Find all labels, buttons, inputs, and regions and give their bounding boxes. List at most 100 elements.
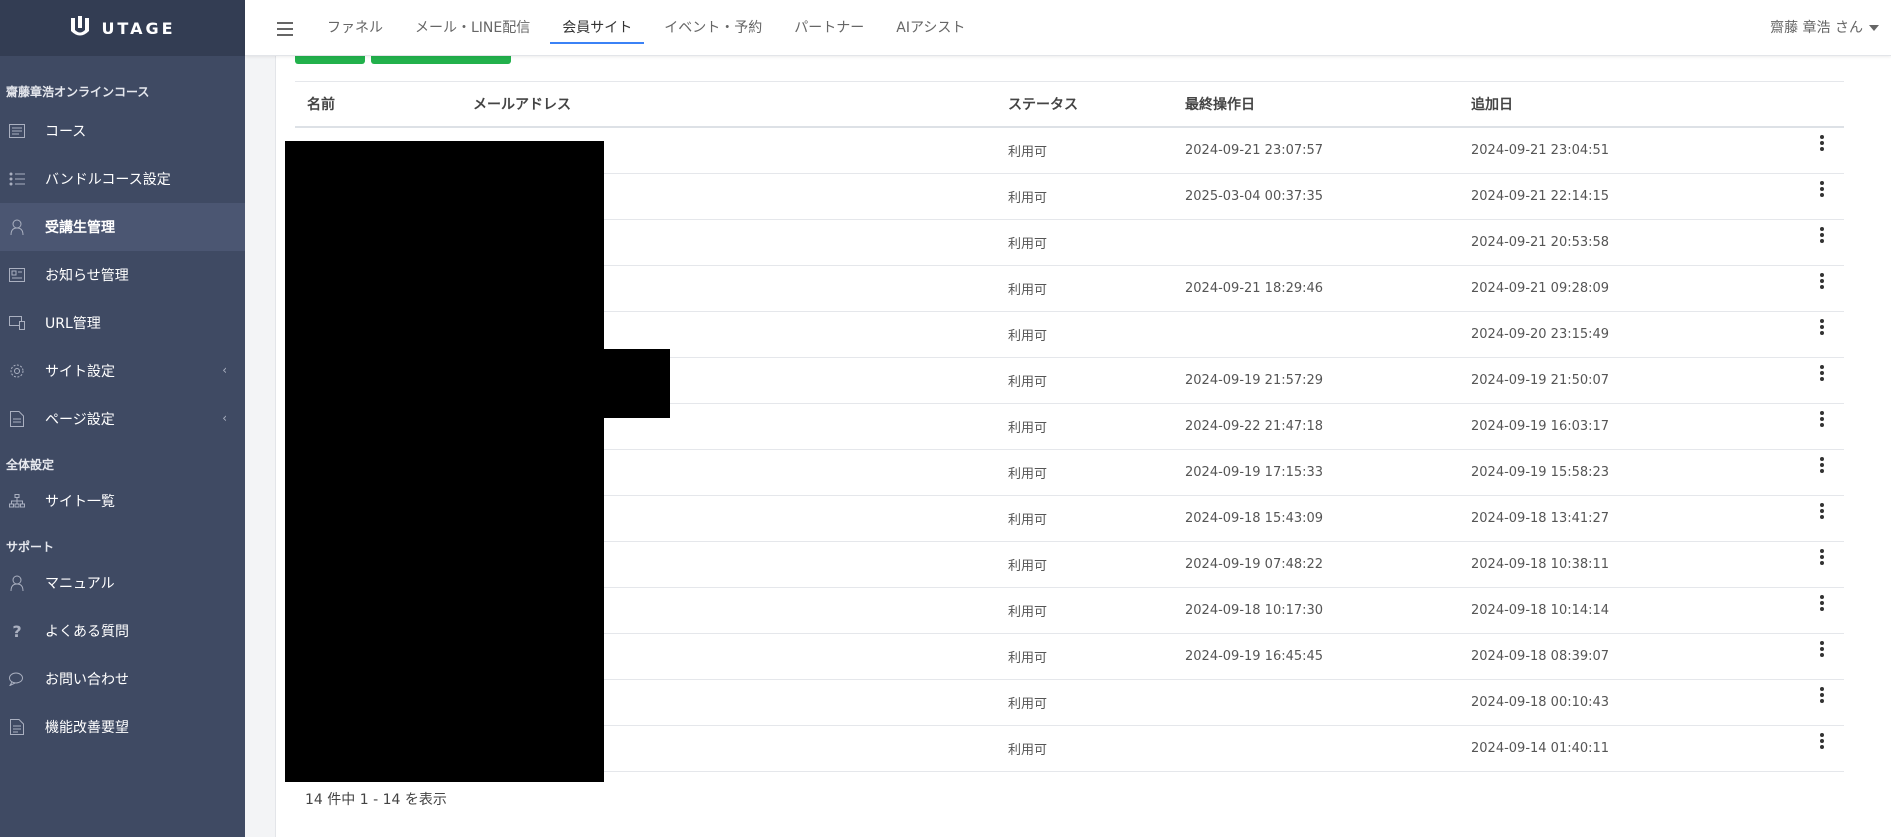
row-actions-kebab-icon[interactable]: [1820, 319, 1824, 335]
sidebar: UTAGE 齋藤章浩オンラインコース コースバンドルコース設定 受講生管理お知らせ…: [0, 0, 245, 837]
table-header: 名前 メールアドレス ステータス 最終操作日 追加日: [295, 81, 1844, 128]
sidebar-item[interactable]: URL管理: [0, 299, 245, 347]
section-label-global: 全体設定: [6, 458, 55, 472]
row-actions-kebab-icon[interactable]: [1820, 365, 1824, 381]
nav-tab[interactable]: AIアシスト: [884, 0, 977, 56]
member-added: 2024-09-19 16:03:17: [1471, 411, 1844, 434]
utage-logo-icon: [71, 16, 90, 36]
member-added: 2024-09-19 21:50:07: [1471, 365, 1844, 388]
member-added: 2024-09-14 01:40:11: [1471, 733, 1844, 756]
member-added: 2024-09-18 13:41:27: [1471, 503, 1844, 526]
sidebar-item[interactable]: お問い合わせ: [0, 655, 245, 703]
devices-icon: [8, 314, 26, 332]
member-status: 利用可: [1008, 467, 1048, 482]
sidebar-item-label: マニュアル: [45, 576, 115, 592]
sidebar-item[interactable]: サイト一覧: [0, 477, 245, 525]
row-actions-kebab-icon[interactable]: [1820, 411, 1824, 427]
sidebar-item-label: 機能改善要望: [45, 720, 129, 736]
sidebar-item-label: バンドルコース設定: [45, 172, 171, 188]
member-last-action: 2024-09-19 21:57:29: [1185, 373, 1324, 388]
row-actions-kebab-icon[interactable]: [1820, 135, 1824, 151]
nav-tab[interactable]: ファネル: [315, 0, 395, 56]
section-label-course: 齋藤章浩オンラインコース: [6, 85, 150, 99]
row-actions-kebab-icon[interactable]: [1820, 549, 1824, 565]
row-actions-kebab-icon[interactable]: [1820, 641, 1824, 657]
page-icon: [8, 410, 26, 428]
document-icon: [8, 718, 26, 736]
sidebar-item-label: 受講生管理: [45, 220, 115, 236]
member-added: 2024-09-18 00:10:43: [1471, 687, 1844, 710]
sidebar-item[interactable]: 機能改善要望: [0, 703, 245, 751]
sidebar-item[interactable]: バンドルコース設定: [0, 155, 245, 203]
member-status: 利用可: [1008, 513, 1048, 528]
sidebar-item[interactable]: マニュアル: [0, 559, 245, 607]
col-name[interactable]: 名前: [295, 94, 473, 114]
member-status: 利用可: [1008, 329, 1048, 344]
member-added: 2024-09-18 10:38:11: [1471, 549, 1844, 572]
nav-tab[interactable]: メール・LINE配信: [403, 0, 542, 56]
member-status: 利用可: [1008, 191, 1048, 206]
list-icon: [8, 122, 26, 140]
bullet-list-icon: [8, 170, 26, 188]
member-status: 利用可: [1008, 651, 1048, 666]
member-added: 2024-09-21 09:28:09: [1471, 273, 1844, 296]
member-status: 利用可: [1008, 283, 1048, 298]
member-last-action: 2024-09-21 18:29:46: [1185, 281, 1324, 296]
member-last-action: 2024-09-21 23:07:57: [1185, 143, 1324, 158]
member-added: 2024-09-21 20:53:58: [1471, 227, 1844, 250]
redaction-block: [285, 141, 604, 782]
member-last-action: 2024-09-19 17:15:33: [1185, 465, 1324, 480]
member-added: 2024-09-19 15:58:23: [1471, 457, 1844, 480]
row-actions-kebab-icon[interactable]: [1820, 457, 1824, 473]
member-status: 利用可: [1008, 559, 1048, 574]
sidebar-item[interactable]: サイト設定 ‹: [0, 347, 245, 395]
user-menu[interactable]: 齋藤 章浩 さん: [1770, 0, 1879, 56]
row-actions-kebab-icon[interactable]: [1820, 273, 1824, 289]
sidebar-item-label: ページ設定: [45, 412, 115, 428]
sidebar-item-label: サイト一覧: [45, 494, 115, 510]
member-last-action: 2024-09-19 07:48:22: [1185, 557, 1324, 572]
row-actions-kebab-icon[interactable]: [1820, 227, 1824, 243]
logo[interactable]: UTAGE: [0, 0, 245, 56]
person-icon: [8, 574, 26, 592]
member-last-action: 2024-09-22 21:47:18: [1185, 419, 1324, 434]
question-icon: ?: [12, 621, 22, 641]
nav-tab[interactable]: パートナー: [782, 0, 876, 56]
green-button[interactable]: [371, 56, 511, 64]
newspaper-icon: [8, 266, 26, 284]
row-actions-kebab-icon[interactable]: [1820, 733, 1824, 749]
row-actions-kebab-icon[interactable]: [1820, 687, 1824, 703]
green-button[interactable]: [295, 56, 365, 64]
row-actions-kebab-icon[interactable]: [1820, 503, 1824, 519]
sidebar-item-label: サイト設定: [45, 364, 115, 380]
member-last-action: 2024-09-18 15:43:09: [1185, 511, 1324, 526]
sidebar-item[interactable]: ページ設定 ‹: [0, 395, 245, 443]
caret-down-icon: [1869, 25, 1879, 31]
row-actions-kebab-icon[interactable]: [1820, 595, 1824, 611]
col-last-action[interactable]: 最終操作日: [1185, 94, 1471, 114]
col-status[interactable]: ステータス: [1008, 94, 1185, 114]
pagination-info: 14 件中 1 - 14 を表示: [305, 792, 447, 808]
member-status: 利用可: [1008, 145, 1048, 160]
nav-tab[interactable]: イベント・予約: [652, 0, 774, 56]
member-last-action: 2024-09-19 16:45:45: [1185, 649, 1324, 664]
col-email[interactable]: メールアドレス: [473, 94, 1008, 114]
col-added[interactable]: 追加日: [1471, 94, 1844, 114]
sidebar-item[interactable]: 受講生管理: [0, 203, 245, 251]
sidebar-item-label: お知らせ管理: [45, 268, 129, 284]
member-added: 2024-09-18 10:14:14: [1471, 595, 1844, 618]
redaction-block: [600, 349, 670, 418]
chevron-left-icon: ‹: [222, 363, 227, 377]
user-name: 齋藤 章浩 さん: [1770, 20, 1863, 36]
member-last-action: 2024-09-18 10:17:30: [1185, 603, 1324, 618]
member-added: 2024-09-18 08:39:07: [1471, 641, 1844, 664]
row-actions-kebab-icon[interactable]: [1820, 181, 1824, 197]
sidebar-item[interactable]: お知らせ管理: [0, 251, 245, 299]
member-status: 利用可: [1008, 697, 1048, 712]
gear-icon: [8, 362, 26, 380]
sidebar-item[interactable]: コース: [0, 107, 245, 155]
hamburger-menu-icon[interactable]: [277, 22, 293, 36]
nav-tab[interactable]: 会員サイト: [550, 0, 645, 56]
sidebar-item[interactable]: ? よくある質問: [0, 607, 245, 655]
member-status: 利用可: [1008, 375, 1048, 390]
